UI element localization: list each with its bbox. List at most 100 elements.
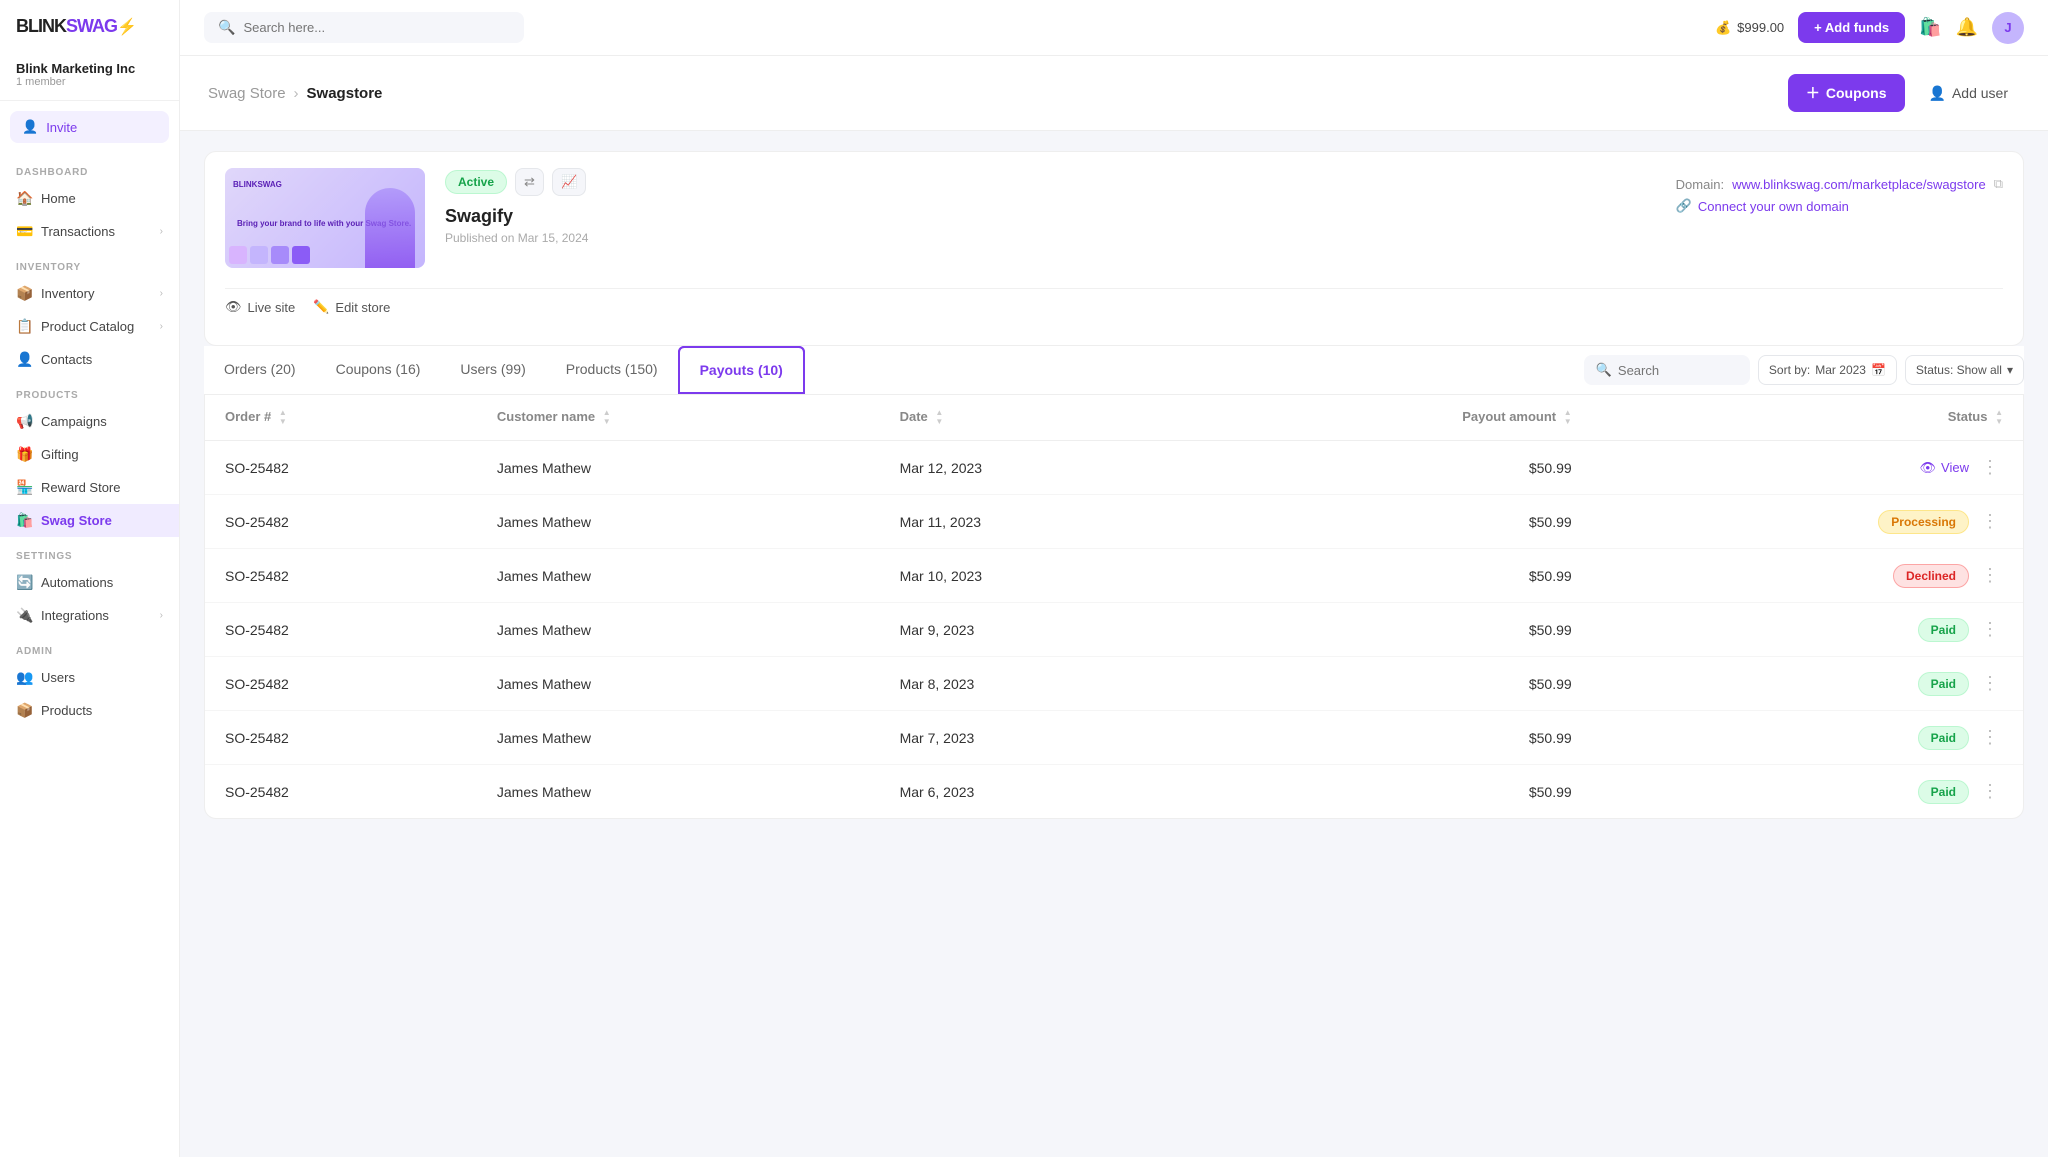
tab-products[interactable]: Products (150) — [546, 347, 678, 393]
sidebar-item-label: Products — [41, 703, 92, 718]
sidebar-item-products-admin[interactable]: 📦 Products — [0, 694, 179, 727]
user-avatar[interactable]: J — [1992, 12, 2024, 44]
chevron-right-icon: › — [160, 321, 163, 332]
page-header-actions: ＋ Coupons 👤 Add user — [1788, 74, 2020, 112]
row-actions: Paid ⋮ — [1612, 671, 2003, 696]
cell-customer-name: James Mathew — [477, 495, 880, 549]
row-menu-button[interactable]: ⋮ — [1977, 725, 2003, 750]
connect-domain-link[interactable]: 🔗 Connect your own domain — [1676, 198, 2003, 214]
status-badge: Declined — [1893, 564, 1969, 588]
table-row: SO-25482 James Mathew Mar 6, 2023 $50.99… — [205, 765, 2023, 819]
sidebar-item-integrations[interactable]: 🔌 Integrations › — [0, 599, 179, 632]
sidebar-item-contacts[interactable]: 👤 Contacts — [0, 343, 179, 376]
sort-down-icon: ▼ — [603, 418, 611, 426]
settings-section-label: SETTINGS — [0, 537, 179, 566]
search-bar[interactable]: 🔍 — [204, 12, 524, 43]
tab-users[interactable]: Users (99) — [440, 347, 545, 393]
sort-arrows-amount[interactable]: ▲ ▼ — [1564, 409, 1572, 426]
tab-search-input[interactable] — [1618, 363, 1738, 378]
coupons-button[interactable]: ＋ Coupons — [1788, 74, 1905, 112]
sidebar-item-product-catalog[interactable]: 📋 Product Catalog › — [0, 310, 179, 343]
add-funds-button[interactable]: + Add funds — [1798, 12, 1905, 43]
sort-up-icon: ▲ — [1564, 409, 1572, 417]
view-button[interactable]: 👁 View — [1920, 460, 1969, 476]
breadcrumb-parent[interactable]: Swag Store — [208, 85, 286, 102]
live-site-button[interactable]: 👁 Live site — [225, 299, 295, 315]
share-icon[interactable]: ⇄ — [515, 168, 544, 196]
cell-date: Mar 10, 2023 — [880, 549, 1201, 603]
store-logo-small: BLINKSWAG — [233, 174, 282, 190]
col-payout-amount: Payout amount ▲ ▼ — [1200, 395, 1591, 441]
sidebar-item-users[interactable]: 👥 Users — [0, 661, 179, 694]
cell-status: 👁 View ⋮ — [1592, 441, 2023, 495]
sidebar-item-inventory[interactable]: 📦 Inventory › — [0, 277, 179, 310]
org-member-count: 1 member — [16, 76, 163, 88]
status-filter-button[interactable]: Status: Show all ▾ — [1905, 355, 2024, 385]
chevron-right-icon: › — [160, 226, 163, 237]
add-user-icon: 👤 — [1929, 85, 1946, 102]
store-top: BLINKSWAG Bring your brand to life with … — [225, 168, 2003, 284]
add-funds-label: + Add funds — [1814, 20, 1889, 35]
store-badges: Active ⇄ 📈 — [445, 168, 1656, 196]
sort-arrows-order[interactable]: ▲ ▼ — [279, 409, 287, 426]
tab-search-bar[interactable]: 🔍 — [1584, 355, 1750, 385]
search-input[interactable] — [243, 20, 510, 35]
tab-orders[interactable]: Orders (20) — [204, 347, 316, 393]
domain-label: Domain: — [1676, 177, 1724, 192]
sort-button[interactable]: Sort by: Mar 2023 📅 — [1758, 355, 1897, 385]
table-row: SO-25482 James Mathew Mar 11, 2023 $50.9… — [205, 495, 2023, 549]
cell-status: Paid ⋮ — [1592, 711, 2023, 765]
cell-order-number: SO-25482 — [205, 495, 477, 549]
sidebar-item-swag-store[interactable]: 🛍️ Swag Store — [0, 504, 179, 537]
integrations-icon: 🔌 — [16, 607, 32, 624]
edit-store-button[interactable]: ✏️ Edit store — [313, 299, 390, 315]
row-menu-button[interactable]: ⋮ — [1977, 779, 2003, 804]
col-status: Status ▲ ▼ — [1592, 395, 2023, 441]
chevron-down-icon: ▾ — [2007, 363, 2013, 377]
bell-icon[interactable]: 🔔 — [1956, 17, 1978, 38]
logo-icon: ⚡ — [117, 17, 136, 37]
add-user-label: Add user — [1952, 85, 2008, 101]
sort-arrows-date[interactable]: ▲ ▼ — [935, 409, 943, 426]
table-header-row: Order # ▲ ▼ Customer name ▲ ▼ — [205, 395, 2023, 441]
org-section: Blink Marketing Inc 1 member — [0, 53, 179, 101]
breadcrumb-current: Swagstore — [307, 85, 383, 102]
cell-payout-amount: $50.99 — [1200, 495, 1591, 549]
row-menu-button[interactable]: ⋮ — [1977, 617, 2003, 642]
tab-coupons[interactable]: Coupons (16) — [316, 347, 441, 393]
cell-payout-amount: $50.99 — [1200, 711, 1591, 765]
main-content: 🔍 💰 $999.00 + Add funds 🛍️ 🔔 J Swag Stor… — [180, 0, 2048, 1157]
table-row: SO-25482 James Mathew Mar 7, 2023 $50.99… — [205, 711, 2023, 765]
domain-url[interactable]: www.blinkswag.com/marketplace/swagstore — [1732, 177, 1986, 192]
sort-down-icon: ▼ — [1564, 418, 1572, 426]
invite-button[interactable]: 👤 Invite — [10, 111, 169, 143]
cell-status: Declined ⋮ — [1592, 549, 2023, 603]
store-domain-section: Domain: www.blinkswag.com/marketplace/sw… — [1676, 176, 2003, 214]
store-actions: 👁 Live site ✏️ Edit store — [225, 288, 2003, 329]
row-menu-button[interactable]: ⋮ — [1977, 563, 2003, 588]
sidebar-item-label: Reward Store — [41, 480, 120, 495]
sort-arrows-customer[interactable]: ▲ ▼ — [603, 409, 611, 426]
sidebar-item-automations[interactable]: 🔄 Automations — [0, 566, 179, 599]
sort-arrows-status[interactable]: ▲ ▼ — [1995, 409, 2003, 426]
tab-payouts[interactable]: Payouts (10) — [678, 346, 805, 394]
row-menu-button[interactable]: ⋮ — [1977, 509, 2003, 534]
sort-label: Sort by: — [1769, 363, 1810, 377]
sidebar-item-reward-store[interactable]: 🏪 Reward Store — [0, 471, 179, 504]
add-user-button[interactable]: 👤 Add user — [1917, 77, 2020, 110]
sidebar-item-gifting[interactable]: 🎁 Gifting — [0, 438, 179, 471]
sidebar-item-home[interactable]: 🏠 Home — [0, 182, 179, 215]
row-menu-button[interactable]: ⋮ — [1977, 671, 2003, 696]
sidebar-item-label: Campaigns — [41, 414, 107, 429]
sidebar-item-label: Automations — [41, 575, 113, 590]
products-section-label: PRODUCTS — [0, 376, 179, 405]
sidebar-item-transactions[interactable]: 💳 Transactions › — [0, 215, 179, 248]
chart-icon[interactable]: 📈 — [552, 168, 586, 196]
sidebar-item-campaigns[interactable]: 📢 Campaigns — [0, 405, 179, 438]
copy-icon[interactable]: ⧉ — [1994, 176, 2003, 192]
store-published-date: Published on Mar 15, 2024 — [445, 231, 1656, 245]
bag-icon[interactable]: 🛍️ — [1919, 17, 1941, 38]
sidebar-item-label: Product Catalog — [41, 319, 134, 334]
cell-payout-amount: $50.99 — [1200, 441, 1591, 495]
row-menu-button[interactable]: ⋮ — [1977, 455, 2003, 480]
